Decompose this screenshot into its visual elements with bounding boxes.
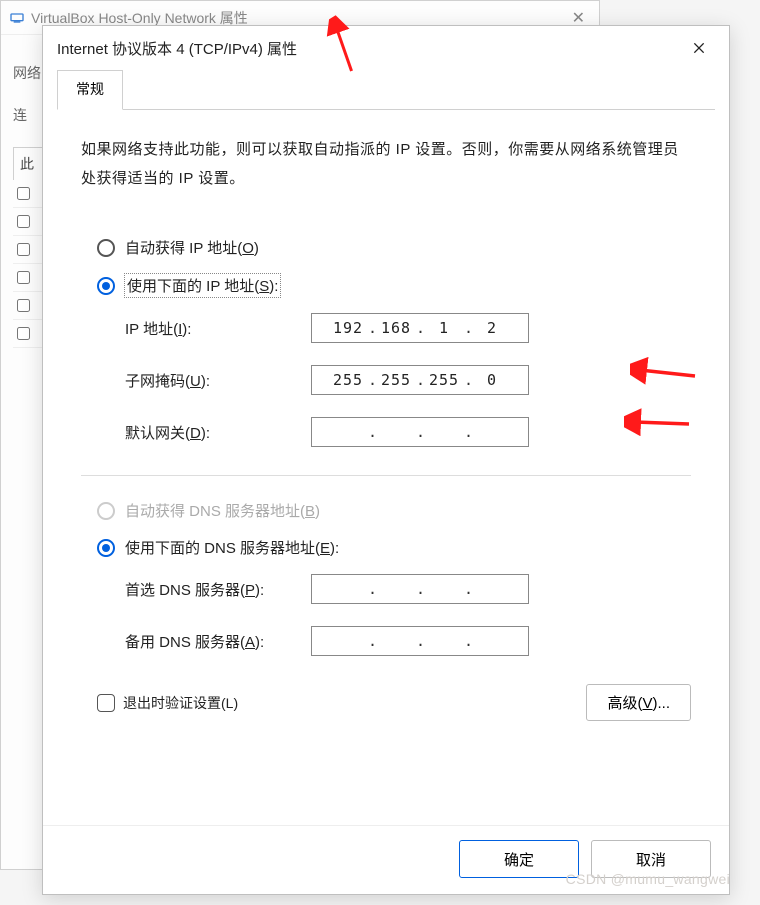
gateway-label: 默认网关(D): [125, 422, 311, 443]
radio-icon [97, 239, 115, 257]
group-divider [81, 475, 691, 476]
radio-auto-dns-label: 自动获得 DNS 服务器地址(B) [125, 500, 320, 521]
radio-manual-ip-label: 使用下面的 IP 地址(S): [125, 274, 280, 297]
checkbox-icon [97, 694, 115, 712]
radio-manual-dns-label: 使用下面的 DNS 服务器地址(E): [125, 537, 339, 558]
watermark: CSDN @mumu_wangwei [566, 871, 730, 887]
radio-manual-ip[interactable]: 使用下面的 IP 地址(S): [97, 274, 691, 297]
tabs-area: 常规 [43, 70, 729, 110]
field-default-gateway: 默认网关(D): . . . [125, 417, 691, 447]
ip-settings-group: 自动获得 IP 地址(O) 使用下面的 IP 地址(S): IP 地址(I): … [97, 237, 691, 447]
radio-icon [97, 277, 115, 295]
bottom-options: 退出时验证设置(L) 高级(V)... [97, 684, 691, 721]
parent-item-checkbox[interactable] [17, 299, 30, 312]
ok-button[interactable]: 确定 [459, 840, 579, 878]
parent-item-checkbox[interactable] [17, 187, 30, 200]
preferred-dns-input[interactable]: . . . [311, 574, 529, 604]
ip-label: IP 地址(I): [125, 318, 311, 339]
radio-manual-dns[interactable]: 使用下面的 DNS 服务器地址(E): [97, 537, 691, 558]
dialog-title: Internet 协议版本 4 (TCP/IPv4) 属性 [57, 38, 681, 59]
dialog-close-button[interactable] [681, 30, 717, 66]
radio-icon [97, 502, 115, 520]
subnet-mask-input[interactable]: 255. 255. 255. 0 [311, 365, 529, 395]
dialog-title-bar: Internet 协议版本 4 (TCP/IPv4) 属性 [43, 26, 729, 70]
parent-item-checkbox[interactable] [17, 327, 30, 340]
field-preferred-dns: 首选 DNS 服务器(P): . . . [125, 574, 691, 604]
radio-auto-ip[interactable]: 自动获得 IP 地址(O) [97, 237, 691, 258]
validate-on-exit-checkbox[interactable]: 退出时验证设置(L) [97, 693, 238, 713]
default-gateway-input[interactable]: . . . [311, 417, 529, 447]
alternate-dns-input[interactable]: . . . [311, 626, 529, 656]
field-alternate-dns: 备用 DNS 服务器(A): . . . [125, 626, 691, 656]
tab-strip: 常规 [57, 70, 715, 110]
description-text: 如果网络支持此功能，则可以获取自动指派的 IP 设置。否则，你需要从网络系统管理… [81, 136, 691, 193]
dns2-label: 备用 DNS 服务器(A): [125, 631, 311, 652]
dns-settings-group: 自动获得 DNS 服务器地址(B) 使用下面的 DNS 服务器地址(E): 首选… [97, 500, 691, 656]
radio-auto-ip-label: 自动获得 IP 地址(O) [125, 237, 259, 258]
tab-general[interactable]: 常规 [57, 70, 123, 110]
adapter-icon [9, 10, 25, 26]
dialog-content: 如果网络支持此功能，则可以获取自动指派的 IP 设置。否则，你需要从网络系统管理… [43, 110, 729, 825]
ip-address-input[interactable]: 192. 168. 1. 2 [311, 313, 529, 343]
mask-label: 子网掩码(U): [125, 370, 311, 391]
parent-item-checkbox[interactable] [17, 243, 30, 256]
parent-item-checkbox[interactable] [17, 271, 30, 284]
validate-on-exit-label: 退出时验证设置(L) [123, 693, 238, 713]
field-subnet-mask: 子网掩码(U): 255. 255. 255. 0 [125, 365, 691, 395]
radio-auto-dns: 自动获得 DNS 服务器地址(B) [97, 500, 691, 521]
dns1-label: 首选 DNS 服务器(P): [125, 579, 311, 600]
field-ip-address: IP 地址(I): 192. 168. 1. 2 [125, 313, 691, 343]
advanced-button[interactable]: 高级(V)... [586, 684, 691, 721]
parent-item-checkbox[interactable] [17, 215, 30, 228]
radio-icon [97, 539, 115, 557]
ipv4-properties-dialog: Internet 协议版本 4 (TCP/IPv4) 属性 常规 如果网络支持此… [42, 25, 730, 895]
